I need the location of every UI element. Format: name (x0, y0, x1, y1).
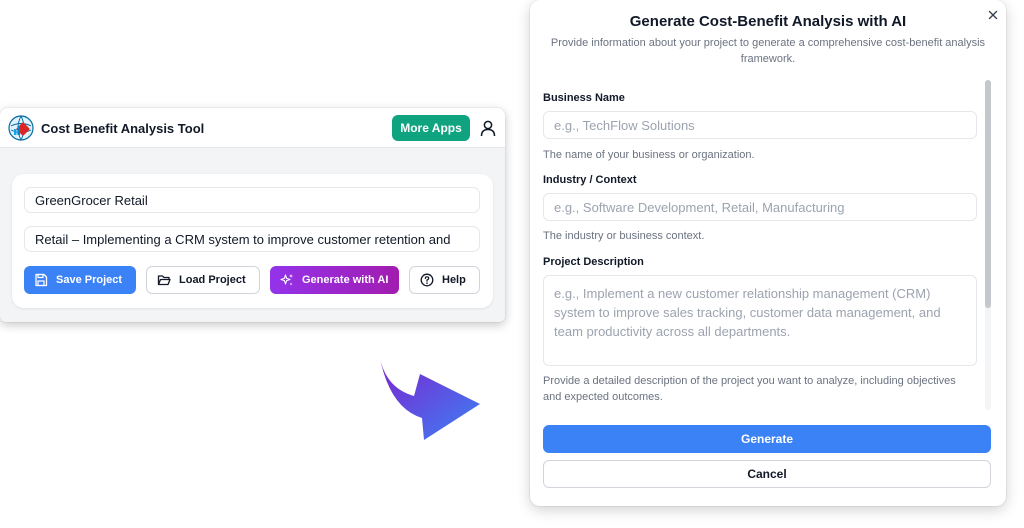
load-project-button[interactable]: Load Project (146, 266, 260, 294)
project-description-field[interactable]: e.g., Implement a new customer relations… (543, 275, 977, 366)
modal-scrollbar-thumb[interactable] (985, 80, 991, 308)
help-label: Help (442, 274, 466, 286)
generate-analysis-modal: Generate Cost-Benefit Analysis with AI P… (530, 0, 1006, 506)
action-buttons: Save Project Load Project Generate with … (24, 266, 484, 294)
business-name-field[interactable] (543, 111, 977, 139)
business-name-hint: The name of your business or organizatio… (543, 149, 755, 161)
project-description-input[interactable] (24, 226, 480, 252)
modal-title: Generate Cost-Benefit Analysis with AI (629, 13, 907, 30)
cancel-button[interactable]: Cancel (543, 460, 991, 488)
project-description-hint: Provide a detailed description of the pr… (543, 375, 956, 403)
industry-field[interactable] (543, 193, 977, 221)
generate-button[interactable]: Generate (543, 425, 991, 453)
question-circle-icon (420, 273, 434, 287)
business-name-input[interactable] (24, 187, 480, 213)
save-project-label: Save Project (56, 274, 123, 286)
industry-hint: The industry or business context. (543, 230, 705, 242)
flow-arrow-icon (380, 358, 480, 440)
modal-subtitle: Provide information about your project t… (550, 37, 986, 65)
business-name-label: Business Name (543, 92, 625, 104)
generate-with-ai-label: Generate with AI (302, 274, 389, 286)
app-title: Cost Benefit Analysis Tool (41, 121, 205, 136)
app-header: Cost Benefit Analysis Tool More Apps (0, 108, 505, 148)
industry-label: Industry / Context (543, 174, 637, 186)
more-apps-button[interactable]: More Apps (392, 115, 470, 141)
generate-with-ai-button[interactable]: Generate with AI (270, 266, 399, 294)
help-button[interactable]: Help (409, 266, 480, 294)
folder-open-icon (157, 275, 171, 286)
save-project-button[interactable]: Save Project (24, 266, 136, 294)
load-project-label: Load Project (179, 274, 246, 286)
sparkles-icon (280, 274, 293, 286)
project-card: Save Project Load Project Generate with … (12, 174, 493, 308)
user-icon[interactable] (478, 118, 498, 138)
app-logo-icon (8, 115, 34, 141)
app-window: Cost Benefit Analysis Tool More Apps Sav… (0, 108, 505, 322)
project-description-label: Project Description (543, 256, 644, 268)
floppy-disk-icon (35, 273, 48, 287)
